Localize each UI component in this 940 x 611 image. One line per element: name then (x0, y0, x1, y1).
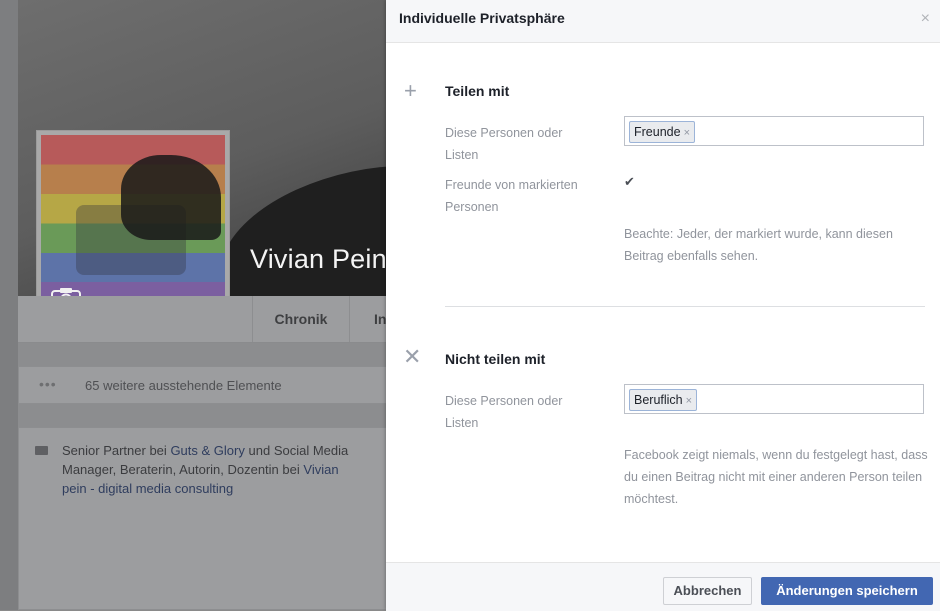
profile-picture-frame (36, 130, 230, 324)
share-with-input[interactable]: Freunde × (624, 116, 924, 146)
profile-name[interactable]: Vivian Pein (250, 244, 387, 275)
intro-box: Senior Partner bei Guts & Glory und Soci… (18, 427, 398, 610)
token-beruflich: Beruflich × (629, 389, 698, 411)
left-gutter (0, 0, 18, 610)
dont-share-input[interactable]: Beruflich × (624, 384, 924, 414)
work-info: Senior Partner bei Guts & Glory und Soci… (62, 441, 362, 498)
share-with-title: Teilen mit (445, 83, 510, 99)
profile-picture (41, 135, 225, 319)
token-remove-icon[interactable]: × (686, 395, 692, 407)
briefcase-icon (35, 446, 48, 455)
dont-share-title: Nicht teilen mit (445, 351, 546, 367)
dont-share-persons-label: Diese Personen oder Listen (445, 394, 563, 430)
tagged-friends-label: Freunde von markierten Personen (445, 178, 578, 214)
section-divider (445, 306, 925, 307)
more-dots-icon: ••• (39, 376, 57, 392)
company-link-guts-glory[interactable]: Guts & Glory (170, 443, 244, 458)
token-remove-icon[interactable]: × (684, 127, 690, 139)
profile-nav-bar: Chronik In (18, 296, 398, 343)
dont-share-note: Facebook zeigt niemals, wenn du festgele… (624, 448, 928, 506)
work-connector-2: bei (282, 462, 300, 477)
save-changes-button[interactable]: Änderungen speichern (761, 577, 933, 605)
profile-picture-shape (121, 155, 221, 240)
plus-icon: + (404, 78, 417, 103)
pending-items-text[interactable]: 65 weitere ausstehende Elemente (85, 378, 282, 393)
token-freunde: Freunde × (629, 121, 695, 143)
share-persons-label: Diese Personen oder Listen (445, 126, 563, 162)
work-connector-und: und (248, 443, 271, 458)
share-note: Beachte: Jeder, der markiert wurde, kann… (624, 227, 893, 263)
work-connector: bei (149, 443, 167, 458)
tab-info[interactable]: In (374, 296, 386, 342)
token-label: Beruflich (634, 393, 683, 407)
dialog-title: Individuelle Privatsphäre (399, 10, 565, 26)
token-label: Freunde (634, 125, 681, 139)
cross-icon: ✕ (403, 344, 422, 369)
custom-privacy-dialog: Individuelle Privatsphäre × + Teilen mit… (386, 0, 940, 611)
tagged-friends-checkbox[interactable]: ✔ (624, 174, 635, 190)
tab-chronik[interactable]: Chronik (252, 296, 350, 342)
dialog-footer: Abbrechen Änderungen speichern (386, 562, 940, 611)
pending-items-bar[interactable]: ••• 65 weitere ausstehende Elemente (18, 366, 398, 404)
cancel-button[interactable]: Abbrechen (663, 577, 752, 605)
work-role: Senior Partner (62, 443, 146, 458)
close-icon[interactable]: × (921, 10, 930, 28)
dialog-header: Individuelle Privatsphäre × (386, 0, 940, 43)
